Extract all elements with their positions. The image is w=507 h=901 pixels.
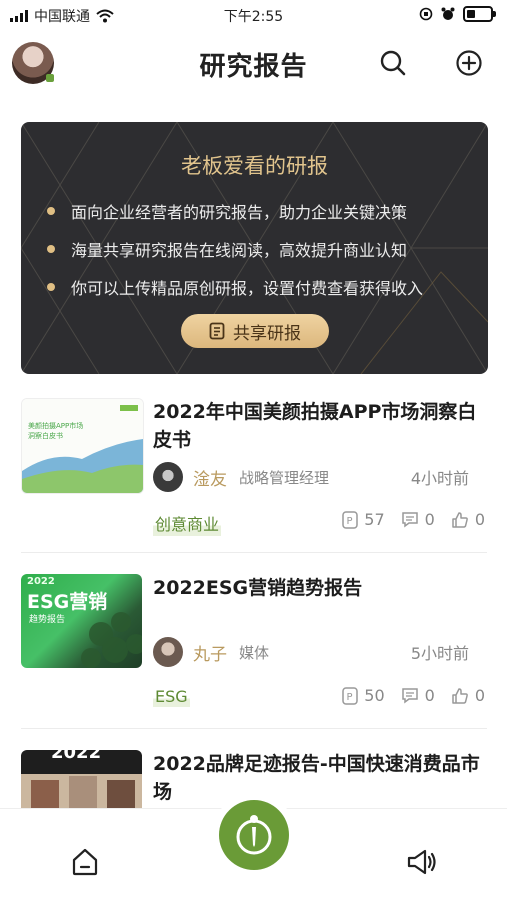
likes-stat[interactable]: 0: [451, 510, 485, 529]
comment-icon: [401, 512, 418, 528]
author-row: 淦友 战略管理经理 4小时前: [153, 461, 493, 493]
comments-count: 0: [424, 510, 435, 529]
home-icon[interactable]: [70, 847, 100, 877]
thumbnail-image: [107, 780, 135, 810]
banner-title: 老板爱看的研报: [181, 154, 328, 178]
report-title[interactable]: 2022品牌足迹报告-中国快速消费品市场: [153, 750, 483, 806]
report-card[interactable]: 2022 ESG营销 趋势报告 2022ESG营销趋势报告 丸子 媒体 5小时前…: [21, 574, 491, 724]
category-tag[interactable]: 创意商业: [153, 510, 222, 536]
points-count: 50: [364, 686, 385, 705]
thumbnail-image: [31, 780, 59, 810]
center-action-inner: [219, 800, 289, 870]
likes-count: 0: [474, 686, 485, 705]
comment-icon: [401, 688, 418, 704]
banner-bullet: 面向企业经营者的研究报告，助力企业关键决策: [47, 192, 423, 230]
promo-banner: 老板爱看的研报 面向企业经营者的研究报告，助力企业关键决策 海量共享研究报告在线…: [21, 122, 488, 374]
brand-logo-icon: [236, 815, 272, 855]
comments-count: 0: [424, 686, 435, 705]
bullet-dot-icon: [47, 207, 55, 215]
author-role: 媒体: [239, 643, 270, 662]
bullet-dot-icon: [47, 283, 55, 291]
author-row: 丸子 媒体 5小时前: [153, 636, 493, 668]
report-thumbnail[interactable]: 2022: [21, 750, 142, 810]
category-tag[interactable]: ESG: [153, 686, 190, 707]
status-bar: 中国联通 下午2:55: [0, 0, 507, 30]
points-stat: P 57: [342, 510, 385, 529]
author-role: 战略管理经理: [239, 468, 330, 487]
megaphone-icon[interactable]: [406, 847, 438, 877]
points-count: 57: [364, 510, 385, 529]
orientation-lock-icon: [419, 7, 433, 21]
bottom-tab-bar: [0, 793, 507, 901]
svg-text:P: P: [347, 516, 353, 527]
bullet-dot-icon: [47, 245, 55, 253]
bullet-text: 面向企业经营者的研究报告，助力企业关键决策: [71, 203, 408, 222]
comments-stat[interactable]: 0: [401, 510, 435, 529]
banner-bullets: 面向企业经营者的研究报告，助力企业关键决策 海量共享研究报告在线阅读，高效提升商…: [47, 192, 423, 306]
author-name[interactable]: 淦友: [193, 465, 227, 490]
add-icon[interactable]: [454, 48, 484, 78]
document-icon: [209, 322, 225, 340]
svg-text:P: P: [347, 692, 353, 703]
points-icon: P: [342, 686, 359, 705]
likes-stat[interactable]: 0: [451, 686, 485, 705]
likes-count: 0: [474, 510, 485, 529]
time-ago: 4小时前: [410, 469, 469, 488]
divider: [21, 552, 487, 553]
time-ago: 5小时前: [410, 644, 469, 663]
report-stats: P 50 0 0: [342, 686, 485, 705]
battery-icon: [463, 6, 496, 22]
report-title[interactable]: 2022ESG营销趋势报告: [153, 574, 483, 602]
points-stat: P 50: [342, 686, 385, 705]
points-icon: P: [342, 510, 359, 529]
thumbnail-year: 2022: [27, 576, 55, 587]
thumbnail-year: 2022: [51, 750, 102, 763]
share-report-button[interactable]: 共享研报: [181, 314, 329, 348]
thumbnail-image: [69, 776, 97, 810]
bullet-text: 海量共享研究报告在线阅读，高效提升商业认知: [71, 241, 408, 260]
report-thumbnail[interactable]: 美颜拍摄APP市场洞察白皮书: [21, 398, 144, 494]
report-title[interactable]: 2022年中国美颜拍摄APP市场洞察白皮书: [153, 398, 483, 454]
bullet-text: 你可以上传精品原创研报，设置付费查看获得收入: [71, 279, 424, 298]
nav-bar: 研究报告: [0, 36, 507, 96]
thumbs-up-icon: [452, 511, 468, 528]
report-stats: P 57 0 0: [342, 510, 485, 529]
report-thumbnail[interactable]: 2022 ESG营销 趋势报告: [21, 574, 142, 668]
center-action-button[interactable]: [212, 793, 296, 877]
banner-bullet: 海量共享研究报告在线阅读，高效提升商业认知: [47, 230, 423, 268]
share-report-label: 共享研报: [233, 323, 301, 344]
divider: [21, 728, 487, 729]
report-cover-art: [22, 399, 143, 493]
thumbnail-heading: ESG营销: [27, 591, 108, 613]
report-card[interactable]: 美颜拍摄APP市场洞察白皮书 2022年中国美颜拍摄APP市场洞察白皮书 淦友 …: [21, 398, 491, 548]
alarm-icon: [441, 7, 455, 20]
search-icon[interactable]: [378, 48, 408, 78]
thumbnail-subheading: 趋势报告: [29, 615, 66, 625]
banner-bullet: 你可以上传精品原创研报，设置付费查看获得收入: [47, 268, 423, 306]
author-avatar[interactable]: [153, 462, 183, 492]
thumbs-up-icon: [452, 687, 468, 704]
comments-stat[interactable]: 0: [401, 686, 435, 705]
author-name[interactable]: 丸子: [193, 640, 227, 665]
author-avatar[interactable]: [153, 637, 183, 667]
thumbnail-text: 美颜拍摄APP市场洞察白皮书: [28, 422, 84, 440]
page-title: 研究报告: [199, 52, 308, 82]
